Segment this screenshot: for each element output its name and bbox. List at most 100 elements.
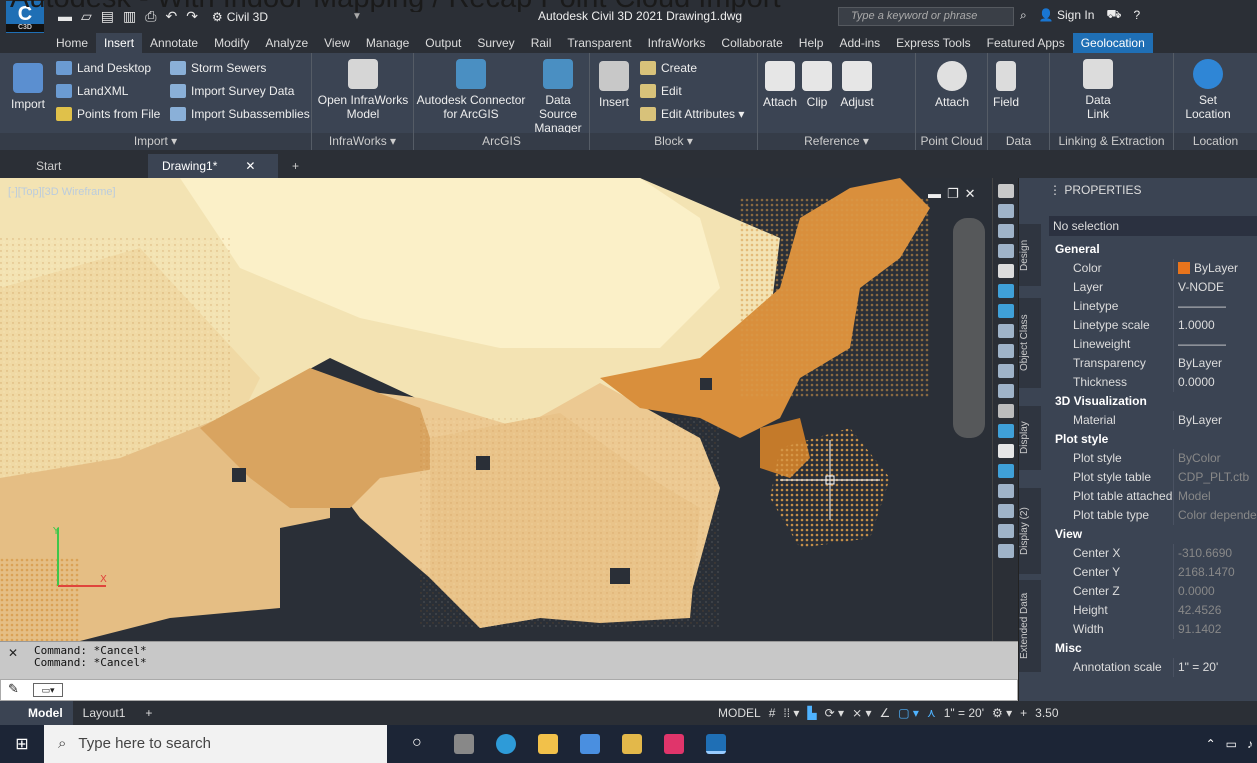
zoom-value[interactable]: 3.50 [1035,706,1058,720]
tab-survey[interactable]: Survey [469,33,522,53]
tab-help[interactable]: Help [791,33,832,53]
import-subassemblies-button[interactable]: Import Subassemblies [170,107,310,121]
tab-layout1[interactable]: Layout1 [73,701,136,725]
civil3d-taskbar-icon[interactable] [706,734,726,754]
new-icon[interactable]: ▬ [58,8,72,25]
tab-featured-apps[interactable]: Featured Apps [979,33,1073,53]
property-value[interactable]: 91.1402 [1173,620,1257,639]
command-input[interactable]: ▭▾ [0,679,1018,701]
viewport-label[interactable]: [-][Top][3D Wireframe] [8,186,116,198]
property-row[interactable]: Transparency ByLayer [1049,354,1257,373]
property-row[interactable]: Width 91.1402 [1049,620,1257,639]
property-row[interactable]: Layer V-NODE [1049,278,1257,297]
tab-analyze[interactable]: Analyze [257,33,316,53]
property-row[interactable]: Center Y 2168.1470 [1049,563,1257,582]
clip-button[interactable]: Clip [802,61,832,109]
set-location-button[interactable]: Set Location [1180,59,1236,121]
data-link-button[interactable]: Data Link [1068,59,1128,121]
model-space-toggle[interactable]: MODEL [718,706,761,720]
search-icon[interactable]: ⌕ [1020,8,1027,23]
snap-icon[interactable]: ⁞⁞ ▾ [783,706,799,720]
property-row[interactable]: Height 42.4526 [1049,601,1257,620]
import-survey-button[interactable]: Import Survey Data [170,84,294,98]
edit-attributes-button[interactable]: Edit Attributes ▾ [640,107,744,121]
reference-panel-title[interactable]: Reference ▾ [758,133,915,150]
property-value[interactable]: ———— [1173,297,1257,316]
property-section[interactable]: 3D Visualization [1049,392,1257,411]
property-row[interactable]: Plot style table CDP_PLT.ctb [1049,468,1257,487]
tool-select-icon[interactable] [997,184,1014,198]
vtab-display[interactable]: Display [1019,406,1041,470]
dynamic-ucs-icon[interactable]: ▢ ▾ [898,706,919,720]
tab-model[interactable]: Model [0,701,73,725]
tool-star-icon[interactable] [997,444,1014,458]
save-icon[interactable]: ▤ [101,8,114,25]
landxml-button[interactable]: LandXML [56,84,128,98]
edit-block-button[interactable]: Edit [640,84,682,98]
property-value[interactable]: 2168.1470 [1173,563,1257,582]
property-row[interactable]: Plot style ByColor [1049,449,1257,468]
tab-transparent[interactable]: Transparent [559,33,639,53]
redo-icon[interactable]: ↷ [186,8,198,25]
tab-rail[interactable]: Rail [523,33,560,53]
ortho-icon[interactable]: ▙ [807,706,816,720]
property-row[interactable]: Plot table attached... Model [1049,487,1257,506]
windows-start-icon[interactable]: ⊞ [0,734,44,754]
property-value[interactable]: 42.4526 [1173,601,1257,620]
network-icon[interactable]: ▭ [1226,737,1237,751]
command-close-icon[interactable]: ✕ [8,646,18,660]
tool-snap3-icon[interactable] [997,364,1014,378]
property-row[interactable]: Linetype scale 1.0000 [1049,316,1257,335]
workspace-selector[interactable]: ⚙ Civil 3D ▼ [212,10,362,24]
tab-annotate[interactable]: Annotate [142,33,206,53]
tab-addins[interactable]: Add-ins [831,33,888,53]
close-icon[interactable]: ✕ [245,154,255,178]
attach-reference-button[interactable]: Attach [762,61,798,109]
store-icon[interactable] [580,734,600,754]
property-value[interactable]: V-NODE [1173,278,1257,297]
vtab-extended-data[interactable]: Extended Data [1019,580,1041,672]
points-from-file-button[interactable]: Points from File [56,107,160,121]
property-row[interactable]: Center Z 0.0000 [1049,582,1257,601]
tool-globe-icon[interactable] [997,284,1014,298]
tool-snap-icon[interactable] [997,324,1014,338]
tool-point-icon[interactable] [997,484,1014,498]
customize-wrench-icon[interactable]: ✎ [8,681,19,697]
tab-view[interactable]: View [316,33,358,53]
property-value[interactable]: -310.6690 [1173,544,1257,563]
tool-pointer-icon[interactable] [997,204,1014,218]
open-infraworks-button[interactable]: Open InfraWorks Model [316,59,410,121]
tool-measure-icon[interactable] [997,404,1014,418]
angle-icon[interactable]: ∠ [879,706,890,720]
file-explorer-icon[interactable] [538,734,558,754]
vtab-object-class[interactable]: Object Class [1019,298,1041,388]
close-viewport-icon[interactable]: ✕ [965,186,982,201]
undo-icon[interactable]: ↶ [165,8,177,25]
property-row[interactable]: Center X -310.6690 [1049,544,1257,563]
plot-icon[interactable]: ⎙ [145,8,156,25]
tool-grid-icon[interactable] [997,524,1014,538]
annotation-visibility-icon[interactable]: ⋏ [927,706,936,720]
tool-line-icon[interactable] [997,424,1014,438]
search-input[interactable]: Type a keyword or phrase [838,7,1014,26]
property-row[interactable]: Linetype ———— [1049,297,1257,316]
app-logo[interactable]: C C3D [6,0,44,33]
help-icon[interactable]: ? [1133,8,1140,22]
tool-grip-icon[interactable] [997,244,1014,258]
property-row[interactable]: Material ByLayer [1049,411,1257,430]
plus-status-icon[interactable]: + [1020,706,1027,720]
property-value[interactable]: ByColor [1173,449,1257,468]
property-value[interactable]: Model [1173,487,1257,506]
storm-sewers-button[interactable]: Storm Sewers [170,61,266,75]
property-value[interactable]: 1" = 20' [1173,658,1257,677]
property-value-color[interactable]: ByLayer [1173,259,1257,278]
tool-region-icon[interactable] [997,544,1014,558]
attach-point-cloud-button[interactable]: Attach [928,61,976,109]
property-row[interactable]: Annotation scale 1" = 20' [1049,658,1257,677]
selection-dropdown[interactable]: No selection [1049,216,1257,236]
annotation-scale[interactable]: 1" = 20' [944,706,984,720]
property-row[interactable]: Color ByLayer [1049,259,1257,278]
tool-pick-icon[interactable] [997,464,1014,478]
new-tab-button[interactable]: + [278,154,313,178]
chevron-up-icon[interactable]: ⌃ [1206,737,1216,751]
